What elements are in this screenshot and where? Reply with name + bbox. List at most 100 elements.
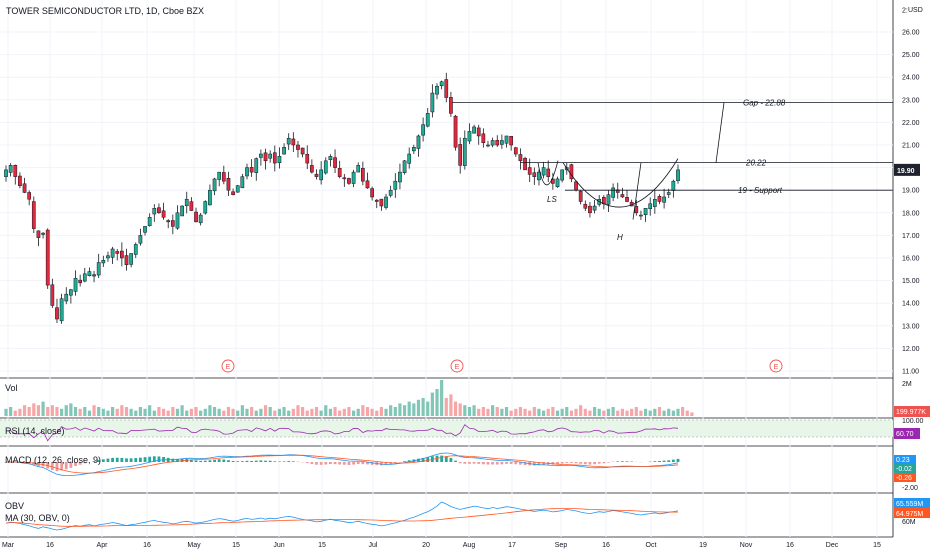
candle-body [282,147,286,155]
price-tick-label: 19.00 [902,188,920,195]
macd-histogram-bar [250,460,254,462]
candle-body [45,229,50,286]
rsi-tick-label: 100.00 [902,418,924,425]
candle-body [620,194,625,198]
macd-histogram-bar [324,462,328,465]
volume-bar [138,407,142,416]
volume-bar [542,410,546,416]
candle-body [101,260,106,264]
macd-histogram-bar [662,460,666,462]
time-tick-label: Jun [273,542,284,549]
volume-bar [97,407,101,416]
volume-bar [36,405,41,416]
volume-bar [180,405,184,416]
volume-bar [231,408,235,416]
macd-histogram-bar [481,462,485,465]
volume-bar [208,405,212,416]
candle-body [361,168,365,182]
macd-histogram-bar [440,455,444,462]
macd-histogram-bar [134,458,138,462]
macd-histogram-bar [222,459,226,462]
candle-body [259,153,263,158]
time-tick-label: Oct [646,542,657,549]
volume-bar [356,408,360,416]
macd-histogram-bar [208,460,212,462]
candle-body [527,167,532,175]
earnings-label: E [455,364,460,371]
volume-bar [194,407,198,416]
candle-body [106,255,110,259]
volume-bar [685,410,689,416]
price-tick-label: 25.00 [902,52,920,59]
volume-bar [440,380,444,416]
volume-bar [46,407,50,416]
macd-histogram-bar [588,462,592,465]
candle-body [347,178,351,184]
candle-body [666,192,671,195]
volume-bar [268,407,272,416]
volume-bar [379,407,383,416]
rsi-pane [0,419,893,442]
price-tick-label: 22.00 [902,120,920,127]
candle-body [532,172,537,177]
volume-bar [73,407,78,416]
volume-bar [282,407,286,416]
macd-histogram-bar [139,457,142,462]
macd-histogram-bar [500,462,504,465]
volume-bar [324,405,328,416]
candle-body [198,214,203,224]
price-tick-label: 12.00 [902,346,920,353]
macd-histogram-bar [143,457,147,462]
time-tick-label: Aug [463,542,476,549]
candle-body [356,165,361,173]
volume-bar [625,410,629,416]
volume-bar [351,410,356,416]
macd-histogram-bar [403,461,406,462]
candle-body [333,157,337,168]
macd-histogram-bar [310,462,314,465]
candle-body [231,191,235,195]
candle-body [120,250,124,259]
volume-bar [175,408,180,416]
volume-bar [449,394,453,416]
candle-body [8,165,13,173]
volume-bar [597,408,601,416]
volume-bar [676,408,680,416]
candle-body [337,168,342,177]
macd-pane [4,452,680,476]
candle-body [639,214,643,217]
macd-histogram-bar [514,462,518,465]
volume-bar [254,410,258,416]
volume-bar [602,410,606,416]
candle-body [439,81,444,87]
time-tick-label: 16 [143,542,151,549]
time-tick-label: Jul [369,542,378,549]
time-tick-label: May [187,542,201,549]
macd-histogram-bar [203,460,207,462]
macd-histogram-bar [347,462,351,466]
candle-body [342,177,347,180]
candle-body [430,92,435,113]
candle-body [606,194,611,205]
macd-histogram-bar [106,458,110,462]
price-candles [4,72,680,324]
candle-body [592,205,597,211]
candle-body [388,189,393,196]
candle-body [115,251,120,254]
volume-bar [296,405,300,416]
candle-body [78,279,83,284]
candle-body [143,226,147,233]
price-tick-label: 2: [902,8,908,15]
volume-bar [110,407,115,416]
macd-badge-text: 0.23 [896,457,910,464]
candle-body [41,232,45,235]
volume-bar [9,407,13,416]
macd-histogram-bar [579,462,583,464]
macd-histogram-bar [463,462,467,464]
candle-body [36,230,41,238]
volume-bar [32,403,36,416]
volume-bar [161,408,166,416]
macd-histogram-bar [676,458,680,462]
candle-body [601,197,606,205]
candle-body [555,178,560,187]
